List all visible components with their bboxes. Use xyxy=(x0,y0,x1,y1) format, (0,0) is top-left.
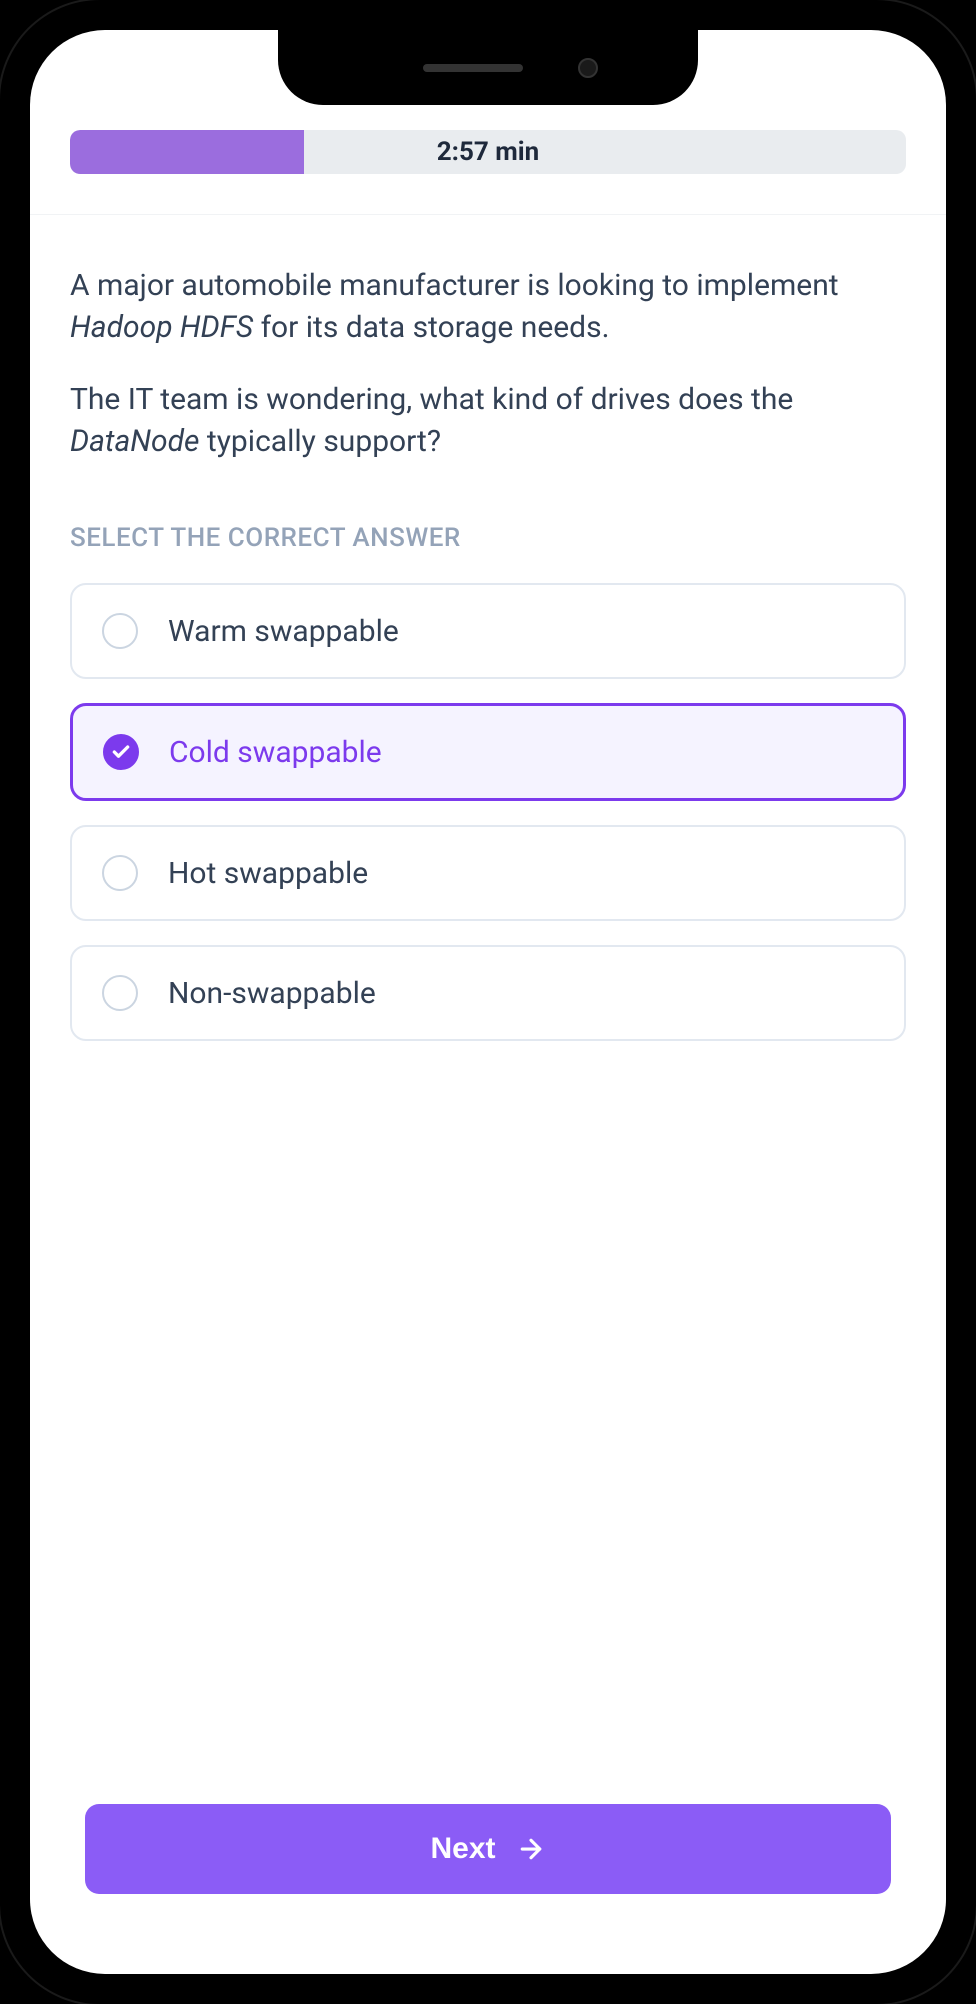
next-button[interactable]: Next xyxy=(85,1804,891,1894)
question-paragraph-1: A major automobile manufacturer is looki… xyxy=(70,265,906,349)
radio-icon xyxy=(102,855,138,891)
instruction-label: SELECT THE CORRECT ANSWER xyxy=(70,523,906,553)
progress-bar: 2:57 min xyxy=(70,130,906,174)
answer-label: Hot swappable xyxy=(168,856,368,891)
radio-icon xyxy=(102,613,138,649)
timer-text: 2:57 min xyxy=(437,137,540,167)
answer-label: Non-swappable xyxy=(168,976,376,1011)
answer-option-cold[interactable]: Cold swappable xyxy=(70,703,906,801)
notch-speaker xyxy=(423,64,523,72)
question-section: A major automobile manufacturer is looki… xyxy=(30,215,946,1774)
question-text-post: typically support? xyxy=(199,424,441,459)
phone-screen: 2:57 min A major automobile manufacturer… xyxy=(30,30,946,1974)
answer-option-non[interactable]: Non-swappable xyxy=(70,945,906,1041)
question-text-pre: A major automobile manufacturer is looki… xyxy=(70,268,839,303)
footer: Next xyxy=(30,1774,946,1974)
question-text-em: Hadoop HDFS xyxy=(70,310,253,345)
notch xyxy=(278,30,698,105)
check-icon xyxy=(111,742,131,762)
radio-icon xyxy=(103,734,139,770)
question-text-post: for its data storage needs. xyxy=(253,310,609,345)
notch-camera xyxy=(578,58,598,78)
question-paragraph-2: The IT team is wondering, what kind of d… xyxy=(70,379,906,463)
answer-label: Warm swappable xyxy=(168,614,399,649)
answer-option-hot[interactable]: Hot swappable xyxy=(70,825,906,921)
progress-section: 2:57 min xyxy=(30,130,946,215)
question-text-pre: The IT team is wondering, what kind of d… xyxy=(70,382,793,417)
answer-option-warm[interactable]: Warm swappable xyxy=(70,583,906,679)
next-button-label: Next xyxy=(430,1832,495,1866)
radio-icon xyxy=(102,975,138,1011)
question-text-em: DataNode xyxy=(70,424,199,459)
phone-frame: 2:57 min A major automobile manufacturer… xyxy=(0,0,976,2004)
answer-label: Cold swappable xyxy=(169,735,382,770)
progress-fill xyxy=(70,130,304,174)
content-area: 2:57 min A major automobile manufacturer… xyxy=(30,30,946,1974)
arrow-right-icon xyxy=(516,1834,546,1864)
